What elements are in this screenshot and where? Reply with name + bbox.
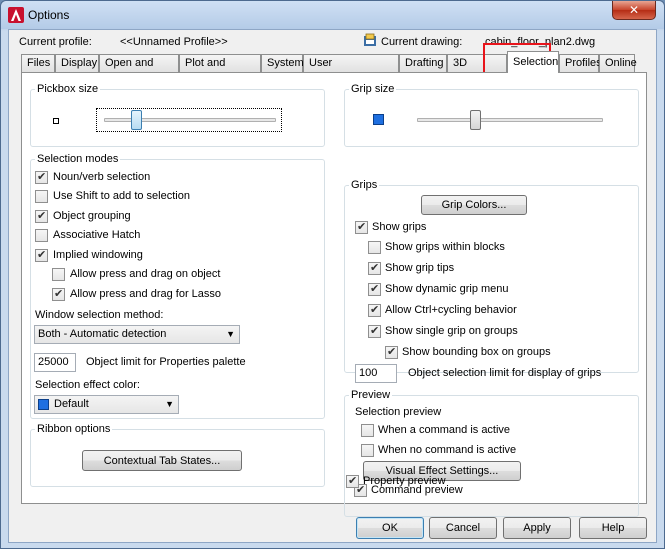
implied-windowing-label: Implied windowing (53, 249, 143, 261)
grips-group: Grips Grip Colors... Show grips Show gri… (344, 179, 639, 383)
property-preview-checkbox[interactable] (346, 474, 359, 488)
window-title: Options (28, 8, 70, 22)
grips-within-blocks-label: Show grips within blocks (385, 241, 505, 253)
grip-colors-button[interactable]: Grip Colors... (421, 195, 527, 215)
window-method-value: Both - Automatic detection (38, 328, 167, 340)
title-bar[interactable]: Options ✕ (1, 1, 664, 29)
preview-group: Preview Selection preview When a command… (344, 389, 639, 517)
preview-title: Preview (349, 389, 393, 401)
use-shift-checkbox[interactable] (35, 190, 48, 203)
noun-verb-label: Noun/verb selection (53, 171, 151, 183)
pickbox-preview (53, 118, 59, 124)
tab-selection[interactable]: Selection (507, 51, 559, 73)
contextual-tab-states-button[interactable]: Contextual Tab States... (82, 450, 242, 471)
selection-tab-panel: Pickbox size Grip size Selection modes N… (21, 72, 647, 517)
bounding-box-groups-label: Show bounding box on groups (402, 346, 551, 358)
effect-color-select[interactable]: Default ▼ (34, 395, 179, 414)
effect-color-label: Selection effect color: (35, 379, 140, 391)
ribbon-options-title: Ribbon options (35, 423, 113, 435)
grip-limit-input[interactable]: 100 (355, 364, 397, 383)
pickbox-size-group: Pickbox size (30, 83, 325, 147)
grips-within-blocks-checkbox[interactable] (368, 241, 381, 254)
dynamic-grip-menu-checkbox[interactable] (368, 282, 381, 296)
ctrl-cycling-checkbox[interactable] (368, 303, 381, 317)
grip-size-preview (373, 114, 384, 125)
options-dialog: Options ✕ Current profile: <<Unnamed Pro… (0, 0, 665, 549)
object-limit-input[interactable]: 25000 (34, 353, 76, 372)
current-drawing-label: Current drawing: (381, 36, 463, 48)
effect-color-value: Default (54, 398, 89, 410)
tab-system[interactable]: System (261, 54, 304, 72)
bounding-box-groups-checkbox[interactable] (385, 345, 398, 359)
color-swatch-icon (38, 399, 49, 410)
press-drag-object-checkbox[interactable] (52, 268, 65, 281)
ctrl-cycling-label: Allow Ctrl+cycling behavior (385, 304, 517, 316)
chevron-down-icon: ▼ (165, 399, 174, 409)
selection-modes-group: Selection modes Noun/verb selection Use … (30, 153, 325, 419)
tab-online[interactable]: Online (599, 54, 637, 72)
command-active-checkbox[interactable] (361, 424, 374, 437)
grip-size-group: Grip size (344, 83, 639, 147)
single-grip-groups-label: Show single grip on groups (385, 325, 518, 337)
show-grips-checkbox[interactable] (355, 220, 368, 234)
press-drag-lasso-checkbox[interactable] (52, 287, 65, 301)
use-shift-label: Use Shift to add to selection (53, 190, 190, 202)
chevron-down-icon: ▼ (226, 329, 235, 339)
associative-hatch-checkbox[interactable] (35, 229, 48, 242)
close-button[interactable]: ✕ (612, 1, 656, 20)
ribbon-options-group: Ribbon options Contextual Tab States... (30, 423, 325, 487)
grip-size-slider-thumb[interactable] (469, 110, 481, 130)
associative-hatch-label: Associative Hatch (53, 229, 141, 241)
implied-windowing-checkbox[interactable] (35, 248, 48, 262)
tab-files[interactable]: Files (21, 54, 55, 72)
object-grouping-checkbox[interactable] (35, 209, 48, 223)
help-button[interactable]: Help (579, 517, 647, 539)
current-profile-label: Current profile: (19, 36, 92, 48)
grips-title: Grips (349, 179, 380, 191)
no-command-active-label: When no command is active (378, 444, 517, 456)
pickbox-size-title: Pickbox size (35, 83, 101, 95)
dialog-client: Current profile: <<Unnamed Profile>> Cur… (8, 29, 657, 543)
grip-size-slider-track[interactable] (417, 118, 603, 122)
selection-preview-subtitle: Selection preview (355, 406, 442, 418)
no-command-active-checkbox[interactable] (361, 444, 374, 457)
tab-user-preferences[interactable]: User Preferences (303, 54, 399, 85)
single-grip-groups-checkbox[interactable] (368, 324, 381, 338)
object-grouping-label: Object grouping (53, 210, 131, 222)
object-limit-label: Object limit for Properties palette (86, 356, 246, 368)
tab-drafting[interactable]: Drafting (399, 54, 447, 72)
pickbox-slider-track[interactable] (104, 118, 276, 122)
current-profile-value: <<Unnamed Profile>> (120, 36, 228, 48)
ok-button[interactable]: OK (356, 517, 424, 539)
tab-profiles[interactable]: Profiles (559, 54, 602, 72)
selection-modes-title: Selection modes (35, 153, 121, 165)
pickbox-slider-thumb[interactable] (131, 110, 143, 130)
show-grip-tips-label: Show grip tips (385, 262, 455, 274)
noun-verb-checkbox[interactable] (35, 170, 48, 184)
press-drag-lasso-label: Allow press and drag for Lasso (70, 288, 222, 300)
show-grip-tips-checkbox[interactable] (368, 261, 381, 275)
close-icon: ✕ (628, 3, 640, 17)
tab-display[interactable]: Display (55, 54, 99, 72)
command-active-label: When a command is active (378, 424, 511, 436)
property-preview-label: Property preview (363, 475, 446, 487)
tab-plot-and-publish[interactable]: Plot and Publish (179, 54, 261, 85)
show-grips-label: Show grips (372, 221, 427, 233)
apply-button[interactable]: Apply (503, 517, 571, 539)
press-drag-object-label: Allow press and drag on object (70, 268, 221, 280)
cancel-button[interactable]: Cancel (429, 517, 497, 539)
grip-size-title: Grip size (349, 83, 397, 95)
window-method-label: Window selection method: (35, 309, 164, 321)
grip-limit-label: Object selection limit for display of gr… (408, 367, 602, 379)
autocad-icon (8, 7, 24, 23)
window-method-select[interactable]: Both - Automatic detection ▼ (34, 325, 240, 344)
drawing-file-icon (364, 33, 376, 46)
tab-open-and-save[interactable]: Open and Save (99, 54, 179, 85)
dynamic-grip-menu-label: Show dynamic grip menu (385, 283, 509, 295)
